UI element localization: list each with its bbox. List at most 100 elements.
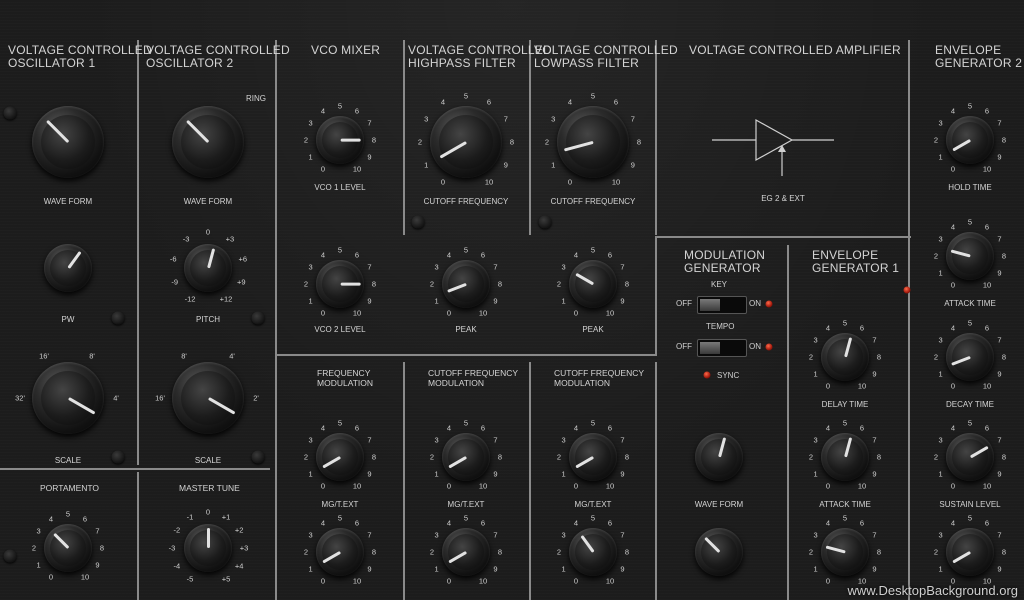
vco1-scale-knob[interactable] <box>32 362 104 434</box>
knob-scale-tick: 1 <box>434 469 439 479</box>
knob-scale-tick: -9 <box>171 277 179 287</box>
eg1-attack-knob[interactable] <box>821 433 869 481</box>
cfm-hp-bottom-knob[interactable] <box>442 528 490 576</box>
knob-scale-tick: 10 <box>857 481 867 491</box>
knob-scale-tick: 3 <box>938 435 943 445</box>
lpf-peak-label: PEAK <box>582 325 604 334</box>
knob-scale-tick: -2 <box>173 525 181 535</box>
vco1-pw-knob[interactable] <box>44 244 92 292</box>
knob-scale-tick: 5 <box>967 418 973 428</box>
knob-scale-tick: 8 <box>624 547 630 557</box>
vco2-scale-label: SCALE <box>194 456 222 465</box>
knob-scale-tick: 8 <box>1001 352 1007 362</box>
knob-scale-tick: 3 <box>36 526 41 536</box>
lpf-peak-knob[interactable] <box>569 260 617 308</box>
knob-scale-tick: 1 <box>813 469 818 479</box>
eg2-decay-knob[interactable] <box>946 333 994 381</box>
fm-title: FREQUENCY MODULATION <box>317 368 373 388</box>
cfm-hp-mg-knob[interactable] <box>442 433 490 481</box>
knob-scale-tick: 4 <box>950 106 956 116</box>
knob-scale-tick: +4 <box>234 561 244 571</box>
knob-scale-tick: 9 <box>367 296 372 306</box>
knob-scale-tick: +12 <box>219 294 233 304</box>
knob-pointer <box>574 455 594 469</box>
divider <box>403 40 405 235</box>
key-switch-handle[interactable] <box>700 299 720 311</box>
eg1-led <box>903 286 911 294</box>
knob-scale-tick: 1 <box>938 268 943 278</box>
knob-scale-tick: 9 <box>367 564 372 574</box>
cfm-hp-title: CUTOFF FREQUENCY MODULATION <box>428 368 518 388</box>
vco2-level-knob[interactable] <box>316 260 364 308</box>
knob-scale-tick: 8 <box>1001 251 1007 261</box>
hpf-cutoff-knob[interactable] <box>430 106 502 178</box>
knob-scale-tick: 6 <box>480 250 486 260</box>
modgen-title: MODULATION GENERATOR <box>684 249 765 275</box>
knob-scale-tick: 0 <box>573 308 579 318</box>
vco1-wave-label: WAVE FORM <box>43 197 93 206</box>
knob-scale-tick: 10 <box>982 164 992 174</box>
master-tune-knob[interactable] <box>184 524 232 572</box>
cfm-lp-mg-knob[interactable] <box>569 433 617 481</box>
knob-scale-tick: 7 <box>367 262 372 272</box>
knob-pointer <box>52 532 70 550</box>
knob-scale-tick: 7 <box>367 118 372 128</box>
knob-scale-tick: -5 <box>186 574 194 584</box>
knob-pointer <box>45 119 70 144</box>
tempo-switch[interactable] <box>697 339 747 357</box>
knob-scale-tick: +9 <box>236 277 246 287</box>
knob-scale-tick: 7 <box>493 530 498 540</box>
tempo-switch-handle[interactable] <box>700 342 720 354</box>
portamento-knob[interactable] <box>44 524 92 572</box>
hpf-peak-knob[interactable] <box>442 260 490 308</box>
key-switch[interactable] <box>697 296 747 314</box>
vco2-wave-knob[interactable] <box>172 106 244 178</box>
vco1-title-line1: VOLTAGE CONTROLLED <box>8 43 152 57</box>
fm-mg-knob[interactable] <box>316 433 364 481</box>
knob-scale-tick: 2 <box>556 547 562 557</box>
knob-scale-tick: 9 <box>367 469 372 479</box>
tempo-off-label: OFF <box>676 342 692 351</box>
knob-pointer <box>825 545 846 554</box>
eg2-attack-knob[interactable] <box>946 232 994 280</box>
knob-pointer <box>66 250 82 269</box>
eg2-sustain-knob[interactable] <box>946 433 994 481</box>
eg2-hold-knob[interactable] <box>946 116 994 164</box>
cfm-lp-title-line1: CUTOFF FREQUENCY <box>554 368 645 378</box>
fm-bottom-knob[interactable] <box>316 528 364 576</box>
knob-scale-tick: 0 <box>567 177 573 187</box>
knob-scale-tick: 9 <box>872 369 877 379</box>
divider <box>137 472 139 600</box>
eg2-bottom-knob[interactable] <box>946 528 994 576</box>
knob-scale-tick: 2 <box>933 352 939 362</box>
cfm-lp-bottom-knob[interactable] <box>569 528 617 576</box>
knob-scale-tick: 3 <box>551 114 556 124</box>
vco1-wave-knob[interactable] <box>32 106 104 178</box>
knob-scale-tick: 3 <box>308 530 313 540</box>
mg-bottom-knob[interactable] <box>695 528 743 576</box>
knob-scale-tick: 6 <box>984 323 990 333</box>
knob-scale-tick: 4' <box>229 351 235 361</box>
knob-scale-tick: 2' <box>253 393 259 403</box>
knob-scale-tick: 10 <box>478 308 488 318</box>
mg-wave-knob[interactable] <box>695 433 743 481</box>
knob-scale-tick: 5 <box>590 91 596 101</box>
knob-scale-tick: -6 <box>169 254 177 264</box>
vco2-scale-knob[interactable] <box>172 362 244 434</box>
eg1-delay-knob[interactable] <box>821 333 869 381</box>
knob-scale-tick: 2 <box>31 543 37 553</box>
vco1-level-knob[interactable] <box>316 116 364 164</box>
knob-scale-tick: 4 <box>446 518 452 528</box>
lpf-cutoff-knob[interactable] <box>557 106 629 178</box>
knob-scale-tick: 1 <box>308 469 313 479</box>
cfm-hp-mg-label: MG/T.EXT <box>447 500 485 509</box>
lpf-cutoff-label: CUTOFF FREQUENCY <box>550 197 636 206</box>
knob-scale-tick: 6 <box>607 423 613 433</box>
eg1-title-line2: GENERATOR 1 <box>812 261 900 275</box>
lpf-title-line2: LOWPASS FILTER <box>534 56 640 70</box>
eg1-title-line1: ENVELOPE <box>812 248 879 262</box>
eg1-bottom-knob[interactable] <box>821 528 869 576</box>
knob-scale-tick: 1 <box>434 296 439 306</box>
vco2-pitch-knob[interactable] <box>184 244 232 292</box>
knob-pointer <box>447 550 467 564</box>
